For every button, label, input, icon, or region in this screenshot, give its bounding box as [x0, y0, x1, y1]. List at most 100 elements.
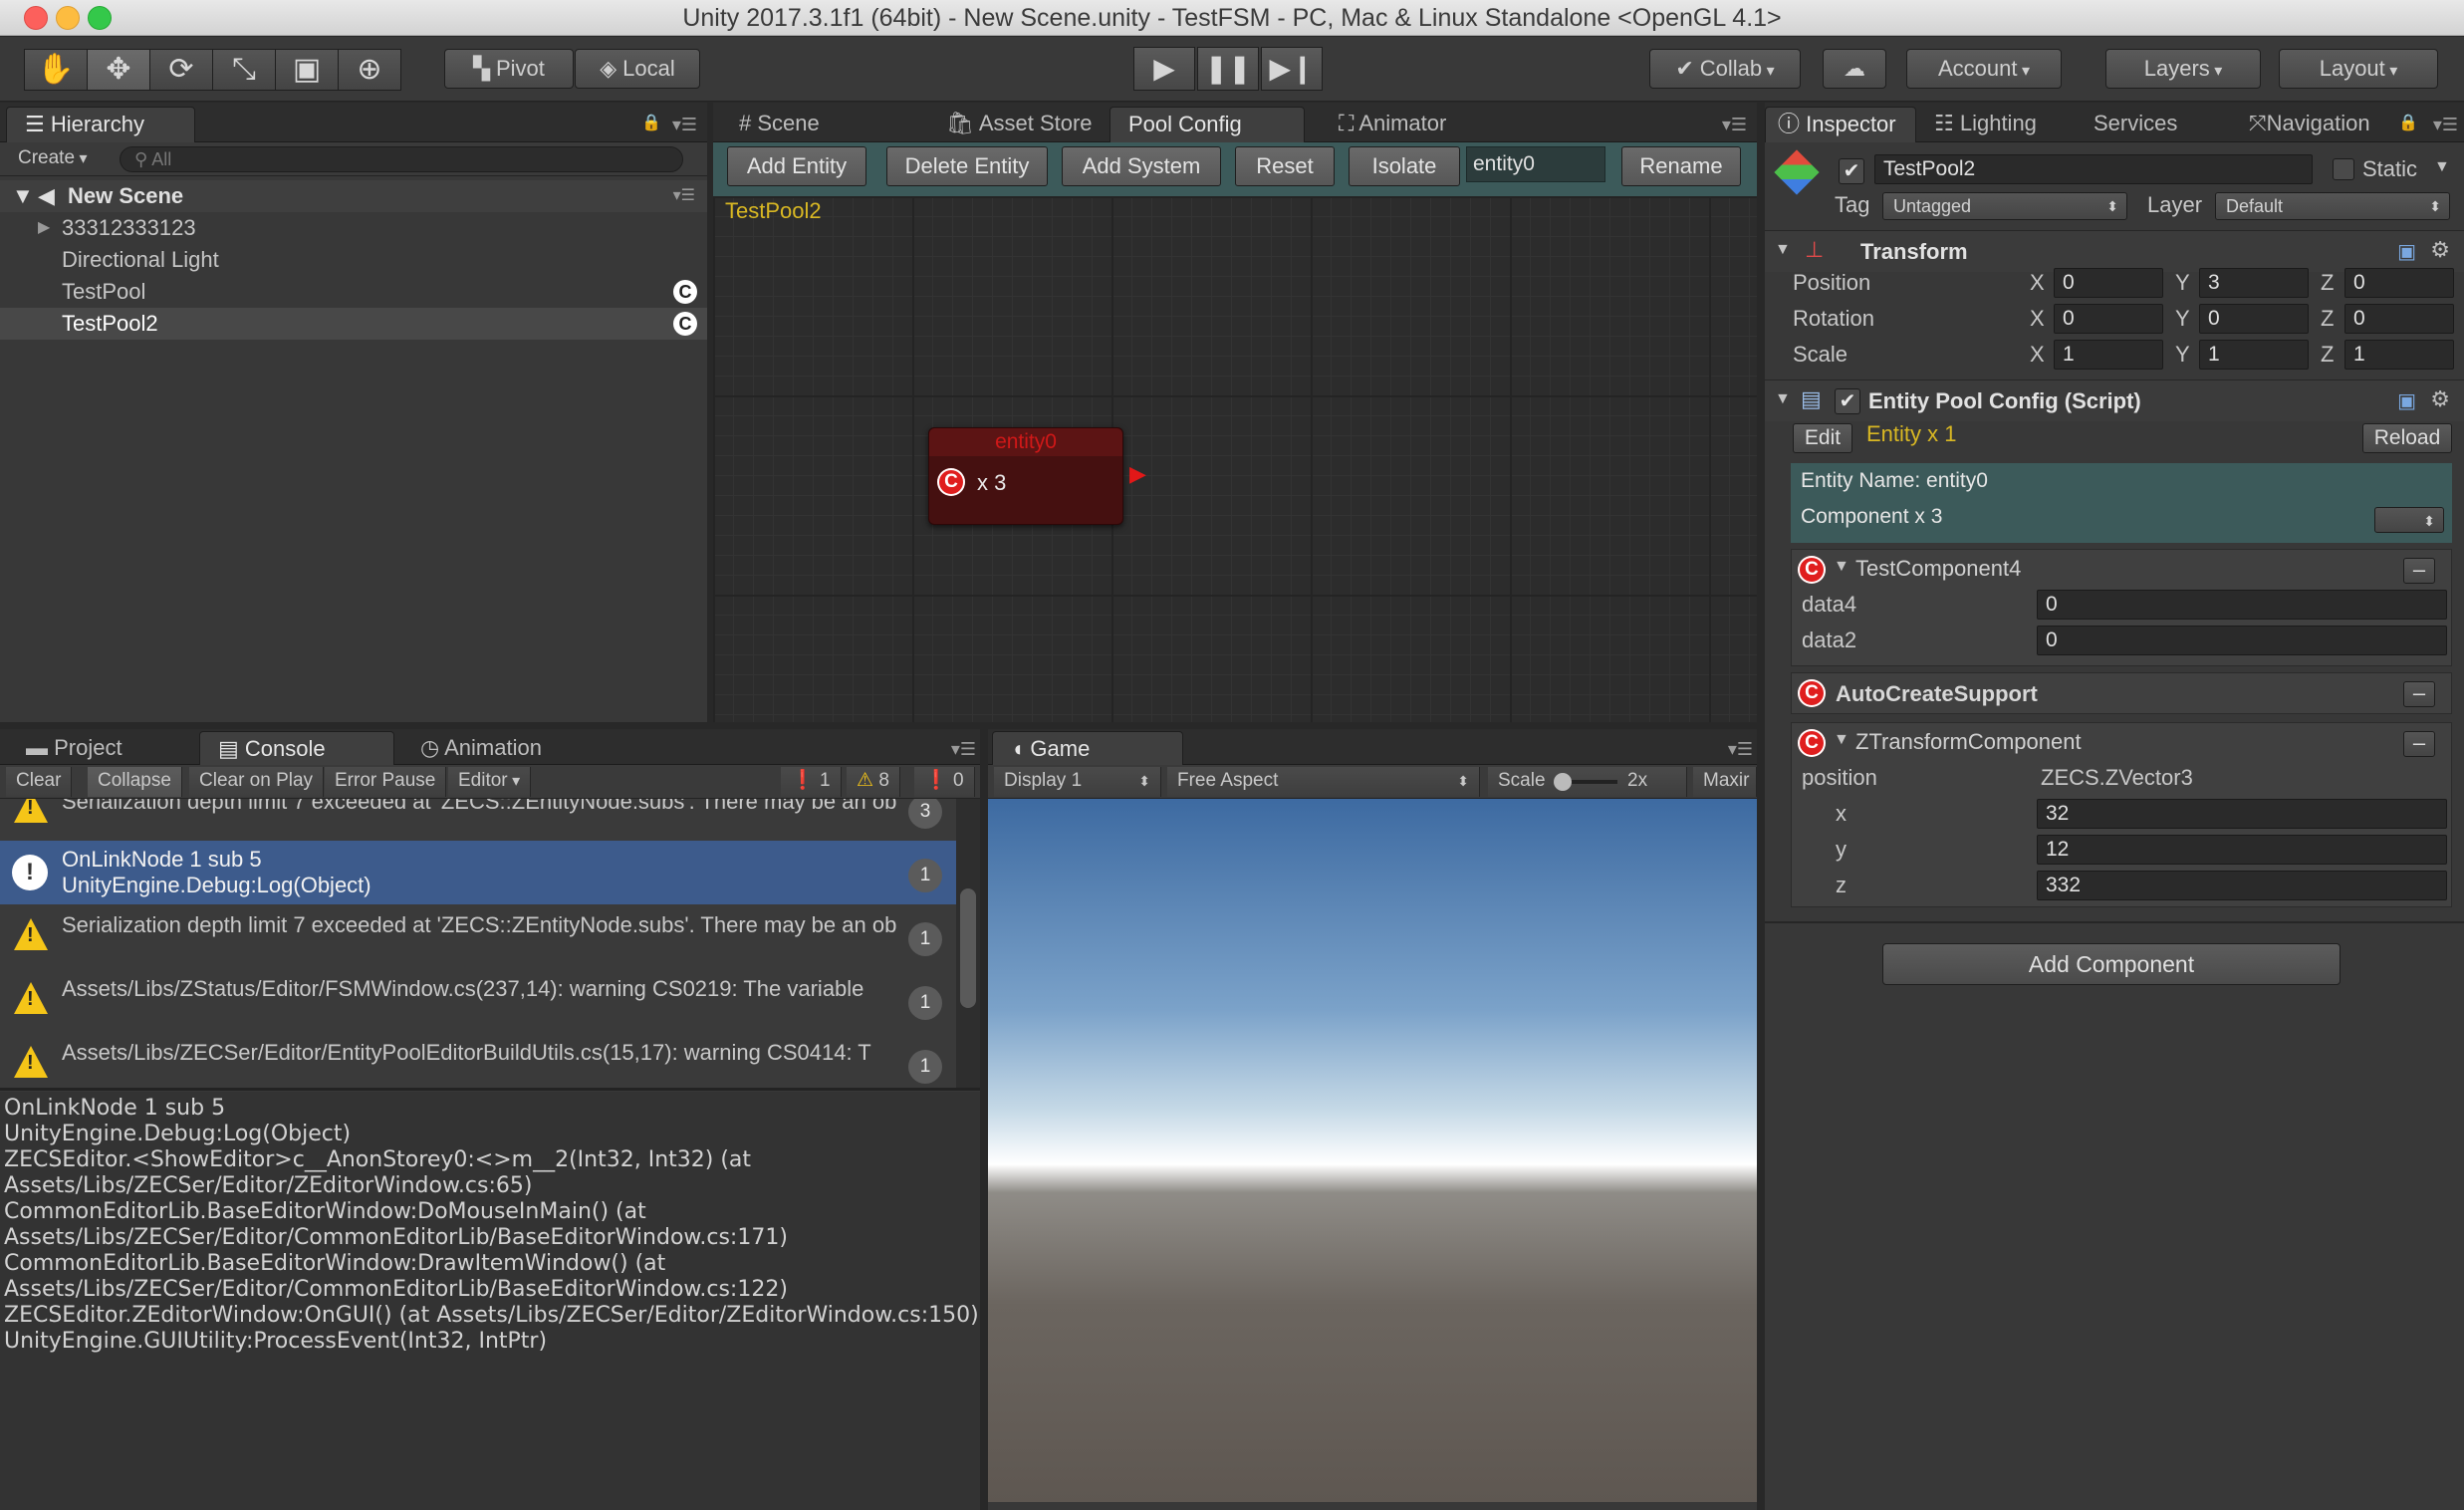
- hierarchy-item[interactable]: Directional Light: [0, 244, 707, 276]
- local-button[interactable]: ◈ Local: [575, 49, 700, 89]
- scale-z-input[interactable]: 1: [2344, 340, 2454, 370]
- rect-tool-icon[interactable]: ▣: [275, 49, 339, 91]
- hierarchy-item-selected[interactable]: TestPool2 C: [0, 308, 707, 340]
- static-dropdown-icon[interactable]: ▼: [2434, 158, 2450, 176]
- panel-menu-icon[interactable]: ▾☰: [1728, 739, 1753, 760]
- log-row-selected[interactable]: ! OnLinkNode 1 sub 5 UnityEngine.Debug:L…: [0, 841, 956, 904]
- log-row[interactable]: Assets/Libs/ZECSer/Editor/EntityPoolEdit…: [0, 1032, 956, 1088]
- tab-navigation[interactable]: ⤧Navigation: [2237, 107, 2382, 142]
- expand-arrow-icon[interactable]: ▼: [12, 180, 34, 212]
- add-entity-button[interactable]: Add Entity: [727, 146, 866, 186]
- entity-node[interactable]: entity0 C x 3: [928, 427, 1123, 525]
- pivot-button[interactable]: ▚ Pivot: [444, 49, 574, 89]
- log-row[interactable]: Assets/Libs/ZStatus/Editor/FSMWindow.cs(…: [0, 968, 956, 1032]
- script-enabled-checkbox[interactable]: ✔: [1835, 388, 1860, 414]
- collab-dropdown[interactable]: ✔ Collab: [1649, 49, 1801, 89]
- rename-button[interactable]: Rename: [1621, 146, 1741, 186]
- tab-animator[interactable]: ⛶ Animator: [1321, 107, 1464, 142]
- error-filter-toggle[interactable]: ❗ 0: [914, 767, 975, 797]
- help-book-icon[interactable]: ▣: [2397, 239, 2416, 264]
- rotation-y-input[interactable]: 0: [2199, 304, 2309, 334]
- clear-on-play-toggle[interactable]: Clear on Play: [189, 767, 325, 797]
- panel-menu-icon[interactable]: ▾☰: [1722, 115, 1747, 135]
- component-dropdown[interactable]: [2374, 507, 2444, 534]
- error-pause-toggle[interactable]: Error Pause: [325, 767, 447, 797]
- log-row[interactable]: Serialization depth limit 7 exceeded at …: [0, 904, 956, 968]
- console-scrollbar[interactable]: [956, 799, 980, 1088]
- gear-icon[interactable]: ⚙: [2430, 386, 2450, 412]
- maximize-on-play-toggle[interactable]: Maxir: [1693, 767, 1757, 797]
- tab-hierarchy[interactable]: ☰ Hierarchy: [6, 107, 195, 142]
- scale-slider[interactable]: Scale 2x: [1488, 767, 1687, 797]
- scene-menu-icon[interactable]: ▾☰: [673, 180, 695, 212]
- vector-z-input[interactable]: 332: [2037, 871, 2447, 900]
- remove-component-button[interactable]: –: [2403, 731, 2435, 757]
- entity-name-input[interactable]: entity0: [1466, 146, 1605, 182]
- step-button[interactable]: ▶❙: [1261, 47, 1323, 91]
- tab-services[interactable]: Services: [2082, 107, 2189, 142]
- window-maximize-button[interactable]: [88, 6, 112, 30]
- help-book-icon[interactable]: ▣: [2397, 388, 2416, 413]
- script-header[interactable]: ▼ ▤ ✔ Entity Pool Config (Script) ▣ ⚙: [1765, 379, 2464, 421]
- static-checkbox[interactable]: [2333, 158, 2354, 180]
- data4-input[interactable]: 0: [2037, 590, 2447, 620]
- clear-button[interactable]: Clear: [6, 767, 73, 797]
- tab-pool-config[interactable]: Pool Config: [1109, 107, 1305, 142]
- pause-button[interactable]: ❚❚: [1197, 47, 1259, 91]
- log-row[interactable]: Serialization depth limit 7 exceeded at …: [0, 799, 956, 841]
- scale-knob[interactable]: [1554, 773, 1572, 791]
- tab-inspector[interactable]: ⓘ Inspector: [1765, 107, 1916, 142]
- info-filter-toggle[interactable]: ❗ 1: [781, 767, 842, 797]
- add-component-button[interactable]: Add Component: [1882, 943, 2341, 985]
- isolate-button[interactable]: Isolate: [1349, 146, 1460, 186]
- collapse-toggle[interactable]: Collapse: [88, 767, 182, 797]
- layers-dropdown[interactable]: Layers: [2105, 49, 2261, 89]
- move-tool-icon[interactable]: ✥: [87, 49, 150, 91]
- transform-header[interactable]: ▼ ⊥ Transform ▣ ⚙: [1765, 230, 2464, 272]
- scale-tool-icon[interactable]: ⤡: [212, 49, 276, 91]
- tab-console[interactable]: ▤ Console: [199, 731, 394, 767]
- tab-animation[interactable]: ◷ Animation: [402, 731, 560, 767]
- reload-button[interactable]: Reload: [2362, 423, 2452, 453]
- account-dropdown[interactable]: Account: [1906, 49, 2062, 89]
- scene-row[interactable]: ▼ ◀ New Scene ▾☰: [0, 180, 707, 212]
- vector-y-input[interactable]: 12: [2037, 835, 2447, 865]
- hand-tool-icon[interactable]: ✋: [24, 49, 88, 91]
- object-name-input[interactable]: TestPool2: [1874, 154, 2313, 184]
- collapsed-arrow-icon[interactable]: ▶: [38, 212, 50, 244]
- tab-project[interactable]: ▬ Project: [8, 731, 140, 767]
- position-z-input[interactable]: 0: [2344, 268, 2454, 298]
- collapse-arrow-icon[interactable]: ▼: [1834, 558, 1849, 576]
- collapse-arrow-icon[interactable]: ▼: [1775, 390, 1791, 408]
- edit-button[interactable]: Edit: [1793, 423, 1852, 453]
- rotate-tool-icon[interactable]: ⟳: [149, 49, 213, 91]
- editor-dropdown[interactable]: Editor: [448, 767, 532, 797]
- window-close-button[interactable]: [24, 6, 48, 30]
- delete-entity-button[interactable]: Delete Entity: [886, 146, 1048, 186]
- rotation-x-input[interactable]: 0: [2054, 304, 2163, 334]
- console-log-list[interactable]: Serialization depth limit 7 exceeded at …: [0, 799, 956, 1088]
- active-checkbox[interactable]: ✔: [1839, 158, 1864, 184]
- hierarchy-item[interactable]: ▶ 33312333123: [0, 212, 707, 244]
- console-divider[interactable]: [0, 1088, 980, 1091]
- tag-dropdown[interactable]: Untagged: [1882, 192, 2127, 220]
- reset-button[interactable]: Reset: [1235, 146, 1335, 186]
- collapse-arrow-icon[interactable]: ▼: [1775, 241, 1791, 259]
- aspect-dropdown[interactable]: Free Aspect ⬍: [1167, 767, 1480, 797]
- position-x-input[interactable]: 0: [2054, 268, 2163, 298]
- layout-dropdown[interactable]: Layout: [2279, 49, 2438, 89]
- scale-y-input[interactable]: 1: [2199, 340, 2309, 370]
- add-system-button[interactable]: Add System: [1062, 146, 1221, 186]
- lock-icon[interactable]: 🔒: [641, 113, 661, 132]
- lock-icon[interactable]: 🔒: [2398, 113, 2418, 132]
- create-dropdown[interactable]: Create: [8, 144, 98, 174]
- vector-x-input[interactable]: 32: [2037, 799, 2447, 829]
- gear-icon[interactable]: ⚙: [2430, 237, 2450, 263]
- play-button[interactable]: ▶: [1133, 47, 1195, 91]
- game-viewport[interactable]: [988, 799, 1757, 1502]
- scrollbar-thumb[interactable]: [960, 888, 976, 1008]
- display-dropdown[interactable]: Display 1 ⬍: [994, 767, 1161, 797]
- warning-filter-toggle[interactable]: ⚠ 8: [847, 767, 900, 797]
- cloud-button[interactable]: ☁: [1823, 49, 1886, 89]
- transform-tool-icon[interactable]: ⊕: [338, 49, 401, 91]
